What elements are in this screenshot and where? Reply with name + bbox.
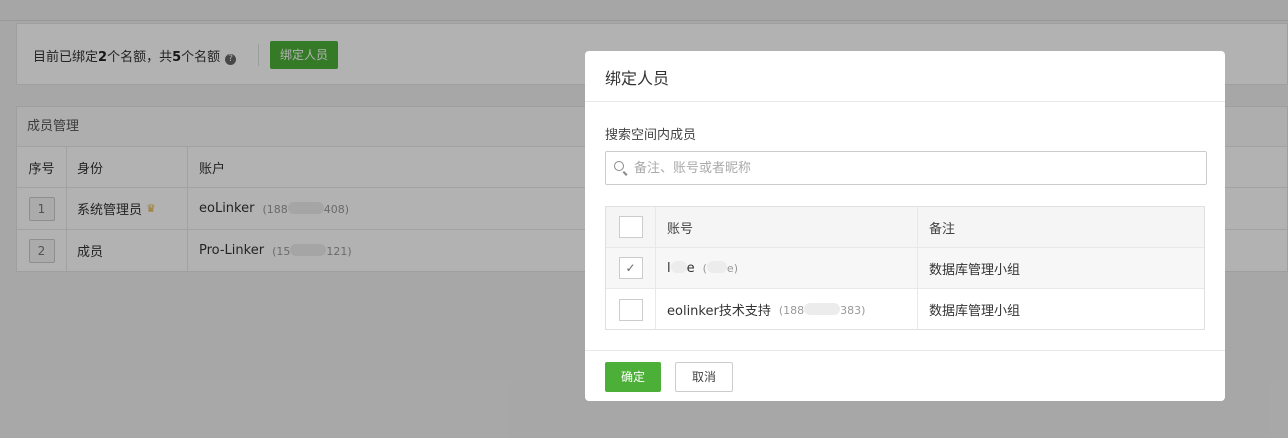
table-row[interactable]: ✓ l e (e) 数据库管理小组 [606, 248, 1204, 289]
select-all-checkbox[interactable] [618, 216, 643, 238]
column-header-account: 账号 [656, 207, 918, 247]
row-note: 数据库管理小组 [929, 262, 1021, 278]
row-account-cell: l e (e) [656, 248, 918, 288]
row-check-cell [606, 289, 656, 330]
search-icon [614, 161, 624, 171]
search-label: 搜索空间内成员 [605, 128, 697, 143]
row-checkbox[interactable]: ✓ [618, 257, 643, 279]
redacted-blur [804, 302, 841, 315]
row-note-cell: 数据库管理小组 [918, 248, 1204, 288]
account-phone: (188 383) [778, 302, 866, 317]
row-check-cell: ✓ [606, 248, 656, 288]
account-name: eolinker技术支持 [667, 304, 771, 319]
account-name: le [667, 260, 695, 276]
modal-header: 绑定人员 [585, 51, 1225, 102]
row-note: 数据库管理小组 [929, 304, 1021, 319]
search-input[interactable] [634, 152, 1194, 184]
search-field[interactable] [605, 151, 1207, 185]
modal-title: 绑定人员 [605, 69, 670, 88]
table-row[interactable]: eolinker技术支持 (188 383) 数据库管理小组 [606, 289, 1204, 330]
redacted-blur [706, 261, 727, 273]
account-phone: (e) [702, 261, 738, 275]
select-all-cell [606, 207, 656, 247]
modal-footer: 确定 取消 [585, 350, 1225, 402]
row-checkbox[interactable] [618, 298, 643, 321]
column-header-note: 备注 [929, 221, 956, 237]
row-note-cell: 数据库管理小组 [918, 289, 1204, 330]
check-icon: ✓ [625, 261, 636, 275]
bind-members-modal: 绑定人员 搜索空间内成员 账号 备注 ✓ le (e) 数据库管理小组 eolin… [585, 51, 1225, 401]
cancel-button[interactable]: 取消 [675, 362, 733, 392]
candidate-header-row: 账号 备注 [606, 207, 1204, 248]
candidate-table: 账号 备注 ✓ l e (e) 数据库管理小组 eolinker技术支持 (188 38… [605, 206, 1205, 330]
row-account-cell: eolinker技术支持 (188 383) [656, 289, 918, 330]
redacted-blur [670, 260, 687, 273]
confirm-button[interactable]: 确定 [605, 362, 661, 392]
